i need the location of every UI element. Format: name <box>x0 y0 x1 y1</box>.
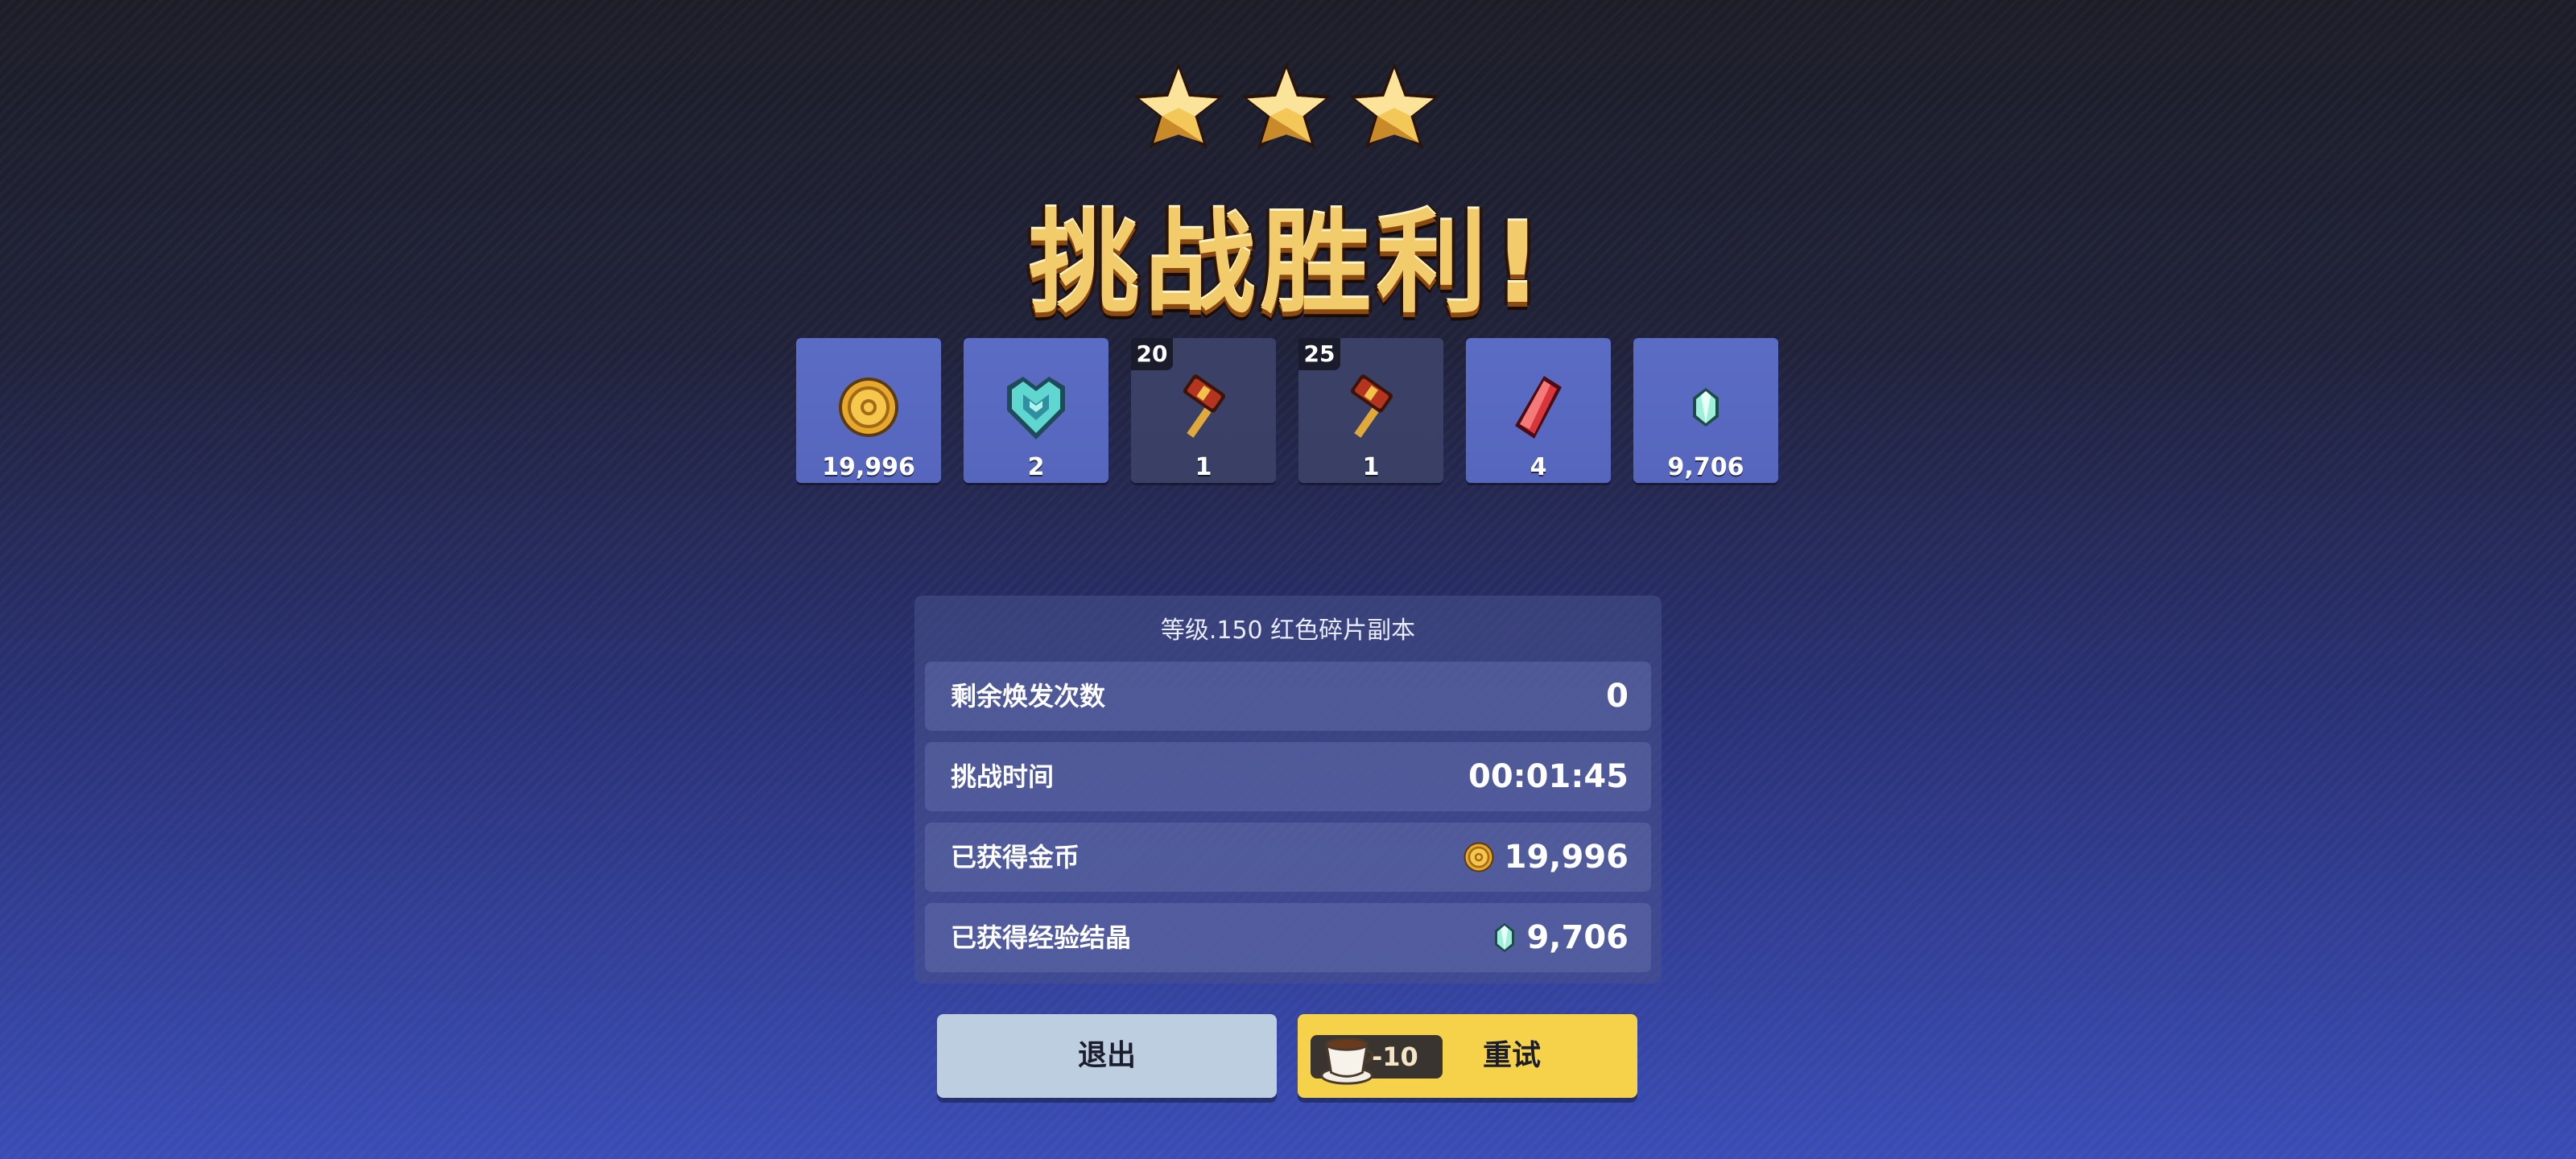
reward-quantity: 2 <box>1027 453 1045 481</box>
star-icon <box>1241 62 1332 150</box>
reward-item-gold[interactable]: 19,996 <box>796 338 941 483</box>
stat-value: 9,706 <box>1492 903 1629 972</box>
gold-coin-icon <box>828 370 909 444</box>
reward-item-crest[interactable]: 2 <box>964 338 1108 483</box>
stat-label: 挑战时间 <box>951 761 1055 792</box>
reward-quantity: 4 <box>1530 453 1547 481</box>
item-level-badge: 25 <box>1298 338 1340 370</box>
stat-row-challenge-time: 挑战时间 00:01:45 <box>925 742 1651 811</box>
exp-crystal-icon <box>1666 370 1746 444</box>
stat-label: 剩余焕发次数 <box>951 681 1106 711</box>
exp-crystal-icon <box>1495 923 1515 952</box>
reward-item-red-shard[interactable]: 4 <box>1466 338 1611 483</box>
star-rating <box>1127 56 1449 161</box>
reward-item-exp-crystal[interactable]: 9,706 <box>1633 338 1778 483</box>
stat-label: 已获得经验结晶 <box>951 922 1132 953</box>
stat-value-text: 9,706 <box>1526 919 1629 956</box>
stat-row-exp-earned: 已获得经验结晶 9,706 <box>925 903 1651 972</box>
retry-button[interactable]: -10 重试 <box>1298 1014 1637 1098</box>
red-shard-icon <box>1498 370 1579 444</box>
retry-cost-badge: -10 <box>1311 1035 1443 1085</box>
result-panel: 等级.150 红色碎片副本 剩余焕发次数 0 挑战时间 00:01:45 已获得… <box>914 596 1662 984</box>
reward-item-hammer-lv25[interactable]: 25 1 <box>1298 338 1443 483</box>
exit-button[interactable]: 退出 <box>937 1014 1277 1098</box>
item-level-badge: 20 <box>1131 338 1173 370</box>
stage-title: 等级.150 红色碎片副本 <box>1160 617 1416 645</box>
exit-button-label: 退出 <box>1077 1039 1136 1072</box>
hammer-icon <box>1163 370 1244 444</box>
retry-button-label: 重试 <box>1483 1039 1542 1072</box>
stat-value-text: 19,996 <box>1504 839 1629 876</box>
star-icon <box>1133 62 1224 150</box>
stat-value-text: 0 <box>1606 678 1629 715</box>
coffee-cup-icon <box>1320 1037 1374 1085</box>
star-icon <box>1348 62 1440 150</box>
stat-value-text: 00:01:45 <box>1468 758 1629 795</box>
stat-label: 已获得金币 <box>951 842 1080 872</box>
reward-quantity: 1 <box>1195 453 1212 481</box>
teal-crest-icon <box>996 370 1076 444</box>
reward-quantity: 1 <box>1362 453 1380 481</box>
stat-value: 0 <box>1606 662 1629 731</box>
reward-quantity: 19,996 <box>822 453 915 481</box>
hammer-icon <box>1331 370 1411 444</box>
gold-coin-icon <box>1463 842 1494 872</box>
stat-value: 19,996 <box>1463 823 1629 892</box>
reward-quantity: 9,706 <box>1667 453 1744 481</box>
stat-value: 00:01:45 <box>1468 742 1629 811</box>
reward-list: 19,996 2 20 1 25 1 4 9,706 <box>796 338 1778 483</box>
stat-row-gold-earned: 已获得金币 19,996 <box>925 823 1651 892</box>
reward-item-hammer-lv20[interactable]: 20 1 <box>1131 338 1276 483</box>
stat-row-remaining-revives: 剩余焕发次数 0 <box>925 662 1651 731</box>
victory-title: 挑战胜利! <box>1028 199 1548 328</box>
